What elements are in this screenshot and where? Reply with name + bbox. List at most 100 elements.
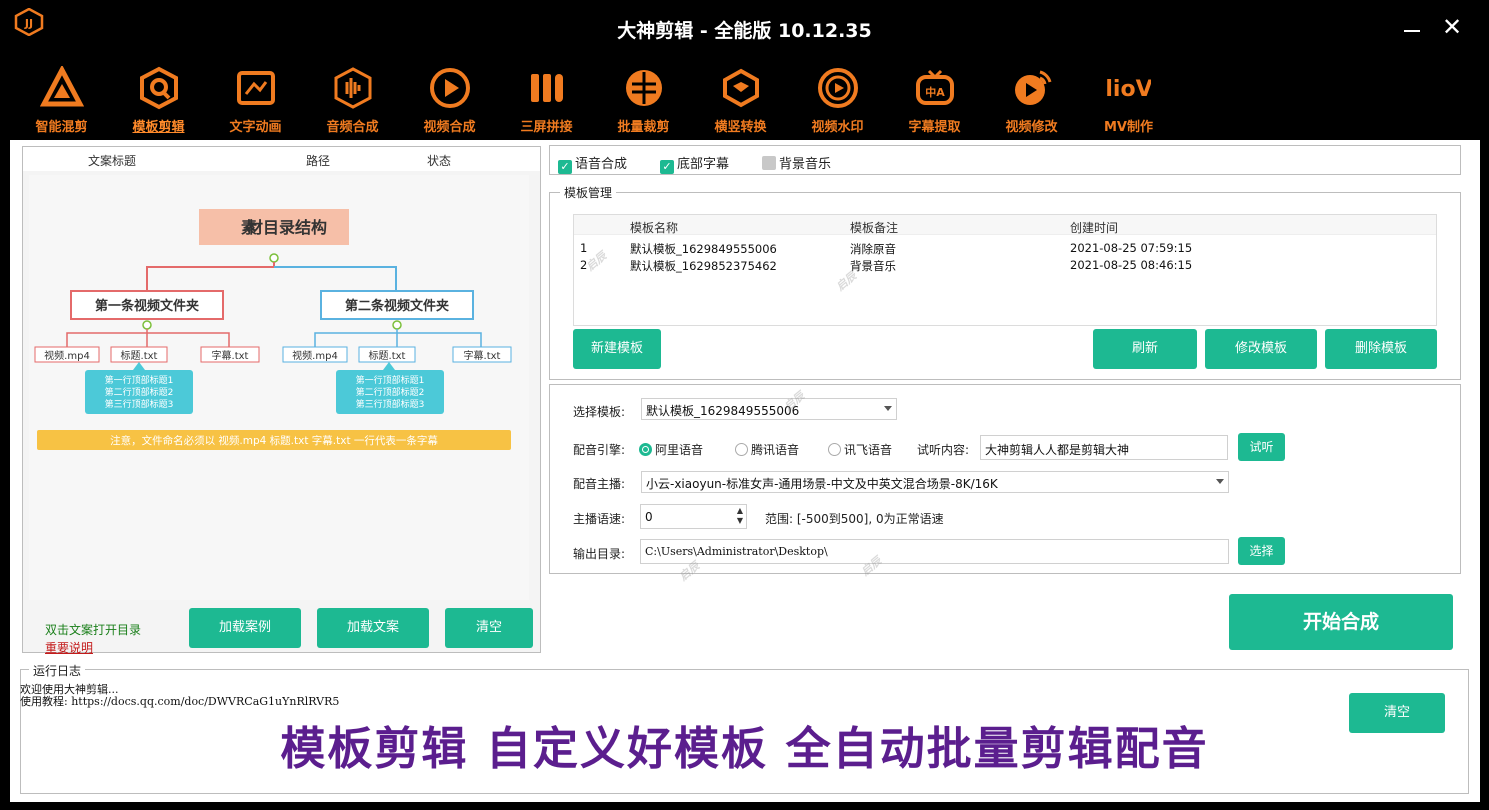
output-dir-label: 输出目录: <box>573 547 626 561</box>
diagram-title: 材目录结构 <box>247 218 327 237</box>
tool-orientation-convert[interactable]: 横竖转换 <box>692 66 789 136</box>
minimize-icon <box>1404 30 1420 32</box>
tool-three-screen[interactable]: 三屏拼接 <box>498 66 595 136</box>
delete-template-button[interactable]: 删除模板 <box>1325 329 1437 369</box>
listen-content-label: 试听内容: <box>917 443 970 457</box>
row-note: 消除原音 <box>850 242 896 256</box>
checkbox-empty-icon <box>762 156 776 170</box>
options-bar: ✓ 语音合成 ✓ 底部字幕 背景音乐 <box>549 145 1461 175</box>
promo-banner: 模板剪辑 自定义好模板 全自动批量剪辑配音 <box>280 722 1209 775</box>
start-synthesis-button[interactable]: 开始合成 <box>1229 594 1453 650</box>
voice-synthesis-checkbox[interactable]: ✓ 语音合成 <box>558 153 627 174</box>
tool-subtitle-extract[interactable]: 中A 字幕提取 <box>886 66 983 136</box>
bottom-subtitle-label: 底部字幕 <box>677 157 730 172</box>
minimize-button[interactable] <box>1397 12 1427 42</box>
bottom-subtitle-checkbox[interactable]: ✓ 底部字幕 <box>660 153 729 174</box>
dropdown-arrow-icon <box>1216 479 1224 484</box>
video-edit-icon <box>1014 70 1051 105</box>
clear-list-button[interactable]: 清空 <box>445 608 533 648</box>
tool-video-synthesis[interactable]: 视频合成 <box>401 66 498 136</box>
triangle-logo-icon <box>39 66 84 107</box>
listen-button[interactable]: 试听 <box>1238 433 1285 461</box>
header-created-time[interactable]: 创建时间 <box>1070 219 1118 236</box>
tool-label: 视频合成 <box>423 120 476 135</box>
template-table-header: 模板名称 模板备注 创建时间 <box>574 215 1436 235</box>
column-path[interactable]: 路径 <box>306 152 330 169</box>
engine-label: 配音引擎: <box>573 443 626 457</box>
background-music-checkbox[interactable]: 背景音乐 <box>762 153 831 172</box>
dropdown-arrow-icon <box>884 406 892 411</box>
tool-batch-crop[interactable]: 批量裁剪 <box>595 66 692 136</box>
engine-tencent-radio[interactable]: 腾讯语音 <box>735 441 799 458</box>
refresh-button[interactable]: 刷新 <box>1093 329 1197 369</box>
row-name: 默认模板_1629849555006 <box>630 242 777 256</box>
stepper-arrows-icon[interactable]: ▲ ▼ <box>737 506 743 526</box>
column-status[interactable]: 状态 <box>427 152 451 169</box>
template-management-group: 模板管理 模板名称 模板备注 创建时间 1 默认模板_1629849555006… <box>549 184 1461 380</box>
close-button[interactable]: ✕ <box>1437 12 1467 42</box>
edit-template-button[interactable]: 修改模板 <box>1205 329 1317 369</box>
tool-smart-mix[interactable]: 智能混剪 <box>13 66 110 136</box>
row-note: 背景音乐 <box>850 259 896 273</box>
note1-line3: 第三行顶部标题3 <box>105 398 174 410</box>
tool-template-edit[interactable]: 模板剪辑 <box>110 66 207 136</box>
tool-mv-make[interactable]: lioV MV制作 <box>1080 66 1177 136</box>
file-title-2: 标题.txt <box>369 350 406 362</box>
watermark-play-icon <box>817 68 858 108</box>
three-bars-icon <box>530 74 563 102</box>
log-line: 使用教程: https://docs.qq.com/doc/DWVRCaG1uY… <box>20 695 340 708</box>
column-title[interactable]: 文案标题 <box>88 152 136 169</box>
checkmark-icon: ✓ <box>558 160 572 174</box>
new-template-button[interactable]: 新建模板 <box>573 329 661 369</box>
checkmark-icon: ✓ <box>660 160 674 174</box>
template-table[interactable]: 模板名称 模板备注 创建时间 1 默认模板_1629849555006 消除原音… <box>573 214 1437 326</box>
speed-range-hint: 范围: [-500到500], 0为正常语速 <box>765 512 944 526</box>
note2-line2: 第二行顶部标题2 <box>356 386 425 398</box>
file-video-2: 视频.mp4 <box>292 349 338 362</box>
choose-dir-button[interactable]: 选择 <box>1238 537 1285 565</box>
svg-text:中A: 中A <box>925 85 945 99</box>
row-name: 默认模板_1629852375462 <box>630 259 777 273</box>
template-select-value: 默认模板_1629849555006 <box>646 404 800 418</box>
tool-label: 三屏拼接 <box>520 120 573 135</box>
load-case-button[interactable]: 加载案例 <box>189 608 301 648</box>
important-notes-link[interactable]: 重要说明 <box>45 639 93 656</box>
anchor-label: 配音主播: <box>573 477 626 491</box>
output-dir-input[interactable]: C:\Users\Administrator\Desktop\ <box>640 539 1229 564</box>
engine-ali-radio[interactable]: 阿里语音 <box>639 441 703 458</box>
file-subtitle-1: 字幕.txt <box>212 349 249 362</box>
tool-label: 模板剪辑 <box>132 120 185 135</box>
anchor-select[interactable]: 小云-xiaoyun-标准女声-通用场景-中文及中英文混合场景-8K/16K <box>641 471 1229 493</box>
engine-xunfei-radio[interactable]: 讯飞语音 <box>828 441 892 458</box>
tool-label: 智能混剪 <box>35 120 88 135</box>
folder1-label: 第一条视频文件夹 <box>95 298 199 314</box>
template-select[interactable]: 默认模板_1629849555006 <box>641 398 897 420</box>
header-template-note[interactable]: 模板备注 <box>850 219 898 236</box>
engine-tencent-label: 腾讯语音 <box>751 443 800 457</box>
note2-line3: 第三行顶部标题3 <box>356 398 425 410</box>
voice-synthesis-label: 语音合成 <box>575 157 628 172</box>
directory-structure-diagram: 素 材目录结构 第一条视频文件夹 第二条视频文件夹 视频.mp4 标题.txt … <box>29 175 529 600</box>
tool-audio-synthesis[interactable]: 音频合成 <box>304 66 401 136</box>
open-directory-hint[interactable]: 双击文案打开目录 <box>45 621 141 638</box>
table-row[interactable]: 2 默认模板_1629852375462 背景音乐 2021-08-25 08:… <box>574 256 1436 273</box>
copy-list-header: 文案标题 路径 状态 <box>23 147 540 171</box>
load-text-button[interactable]: 加载文案 <box>317 608 429 648</box>
note2-line1: 第一行顶部标题1 <box>356 374 425 386</box>
hexagon-q-icon <box>139 66 178 110</box>
tool-text-animation[interactable]: 文字动画 <box>207 66 304 136</box>
copy-list-panel[interactable]: 文案标题 路径 状态 素 材目录结构 第一条视频文件夹 第二条视频文件夹 视频.… <box>22 146 541 656</box>
tool-video-watermark[interactable]: 视频水印 <box>789 66 886 136</box>
tool-label: MV制作 <box>1104 120 1153 135</box>
tool-video-modify[interactable]: 视频修改 <box>983 66 1080 136</box>
note1-line1: 第一行顶部标题1 <box>105 374 174 386</box>
speed-stepper[interactable]: 0 ▲ ▼ <box>640 504 747 529</box>
listen-content-input[interactable]: 大神剪辑人人都是剪辑大神 <box>980 435 1228 460</box>
anchor-select-value: 小云-xiaoyun-标准女声-通用场景-中文及中英文混合场景-8K/16K <box>646 477 998 491</box>
engine-xunfei-label: 讯飞语音 <box>844 443 893 457</box>
title-bar: JJ 大神剪辑 - 全能版 10.12.35 ✕ <box>0 0 1489 58</box>
table-row[interactable]: 1 默认模板_1629849555006 消除原音 2021-08-25 07:… <box>574 239 1436 256</box>
header-template-name[interactable]: 模板名称 <box>630 219 678 236</box>
row-time: 2021-08-25 08:46:15 <box>1070 258 1193 272</box>
rotate-cube-icon <box>722 68 759 108</box>
